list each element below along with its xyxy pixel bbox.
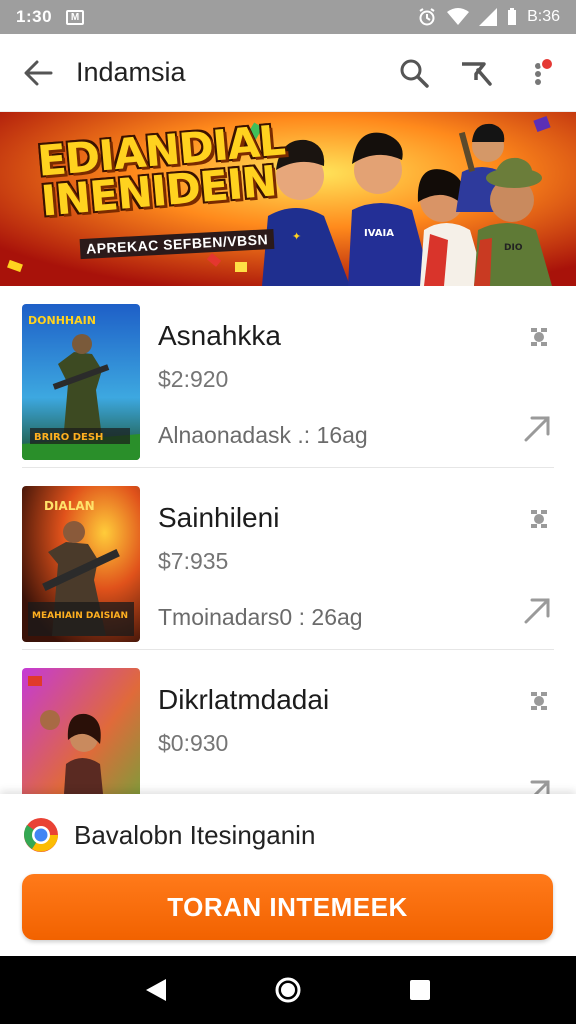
triangle-back-icon xyxy=(146,979,166,1001)
thumb-title-2: DIALAN xyxy=(44,499,95,513)
item-price: $7:935 xyxy=(158,548,229,574)
arrow-up-right-icon[interactable] xyxy=(522,596,550,624)
browser-logo-icon xyxy=(24,818,58,852)
item-price: $0:930 xyxy=(158,730,229,756)
thumb-label-2: MEAHIAIN DAISIAN xyxy=(32,611,128,621)
source-row[interactable]: Bavalobn Itesinganin xyxy=(22,816,315,854)
status-icons: B:36 xyxy=(417,7,560,27)
system-nav-bar xyxy=(0,956,576,1024)
source-label: Bavalobn Itesinganin xyxy=(74,819,316,850)
item-name: Sainhileni xyxy=(158,502,280,533)
back-button[interactable] xyxy=(20,55,56,91)
app-bar: Indamsia xyxy=(0,34,576,112)
alarm-icon xyxy=(419,8,435,26)
item-meta: Alnaonadask .: 16ag xyxy=(158,422,368,448)
list-item[interactable]: DONHHAIN BRIRO DESH Asnahkka $2:920 Alna… xyxy=(0,286,576,468)
banner-title: EDIANDIAL INENIDEIN xyxy=(35,115,287,226)
svg-text:DIO: DIO xyxy=(504,243,523,253)
item-price: $2:920 xyxy=(158,366,229,392)
item-thumbnail: DONHHAIN BRIRO DESH xyxy=(22,304,140,460)
thumbnail-art-2: DIALAN MEAHIAIN DAISIAN xyxy=(22,486,140,642)
circle-home-icon xyxy=(275,977,301,1003)
item-meta: Tmoinadars0 : 26ag xyxy=(158,604,363,630)
thumbnail-art-1: DONHHAIN BRIRO DESH xyxy=(22,304,140,460)
filter-button[interactable] xyxy=(458,55,494,91)
product-list: DONHHAIN BRIRO DESH Asnahkka $2:920 Alna… xyxy=(0,286,576,794)
nav-home-button[interactable] xyxy=(268,970,308,1010)
bottom-sheet: Bavalobn Itesinganin TORAN INTEMEEK xyxy=(0,794,576,956)
arrow-up-right-icon[interactable] xyxy=(522,778,550,794)
notification-icon: M xyxy=(66,9,85,25)
nav-back-button[interactable] xyxy=(136,970,176,1010)
status-bar: 1:30 M B:36 xyxy=(0,0,576,34)
thumbnail-art-3 xyxy=(22,668,140,794)
svg-text:IVAIA: IVAIA xyxy=(364,228,394,239)
battery-text: B:36 xyxy=(527,8,560,25)
battery-icon xyxy=(508,8,517,25)
gamepad-icon[interactable] xyxy=(526,688,552,714)
search-button[interactable] xyxy=(396,55,432,91)
item-name: Dikrlatmdadai xyxy=(158,684,330,715)
svg-text:✦: ✦ xyxy=(292,230,301,243)
primary-cta-button[interactable]: TORAN INTEMEEK xyxy=(22,874,553,940)
app-bar-actions xyxy=(396,55,556,91)
promo-banner[interactable]: ✦ IVAIA DIO EDIANDIAL INENIDEIN APREKAC … xyxy=(0,112,576,286)
list-item[interactable]: DIALAN MEAHIAIN DAISIAN Sainhileni $7:93… xyxy=(0,468,576,650)
more-button[interactable] xyxy=(520,55,556,91)
item-thumbnail xyxy=(22,668,140,794)
item-name: Asnahkka xyxy=(158,320,281,351)
gamepad-icon[interactable] xyxy=(526,506,552,532)
square-recents-icon xyxy=(410,980,430,1000)
search-icon xyxy=(400,59,429,88)
page-title: Indamsia xyxy=(76,57,186,87)
arrow-up-right-icon[interactable] xyxy=(522,414,550,442)
list-item[interactable]: Dikrlatmdadai $0:930 xyxy=(0,650,576,794)
thumb-label-1: BRIRO DESH xyxy=(34,432,103,443)
wifi-icon xyxy=(447,8,470,25)
status-time: 1:30 xyxy=(16,7,53,26)
tag-filter-icon xyxy=(462,61,492,86)
arrow-left-icon xyxy=(24,60,53,85)
nav-recents-button[interactable] xyxy=(400,970,440,1010)
thumb-title-1: DONHHAIN xyxy=(28,314,96,327)
gamepad-icon[interactable] xyxy=(526,324,552,350)
item-thumbnail: DIALAN MEAHIAIN DAISIAN xyxy=(22,486,140,642)
signal-icon xyxy=(479,8,498,26)
notification-badge xyxy=(540,56,554,71)
